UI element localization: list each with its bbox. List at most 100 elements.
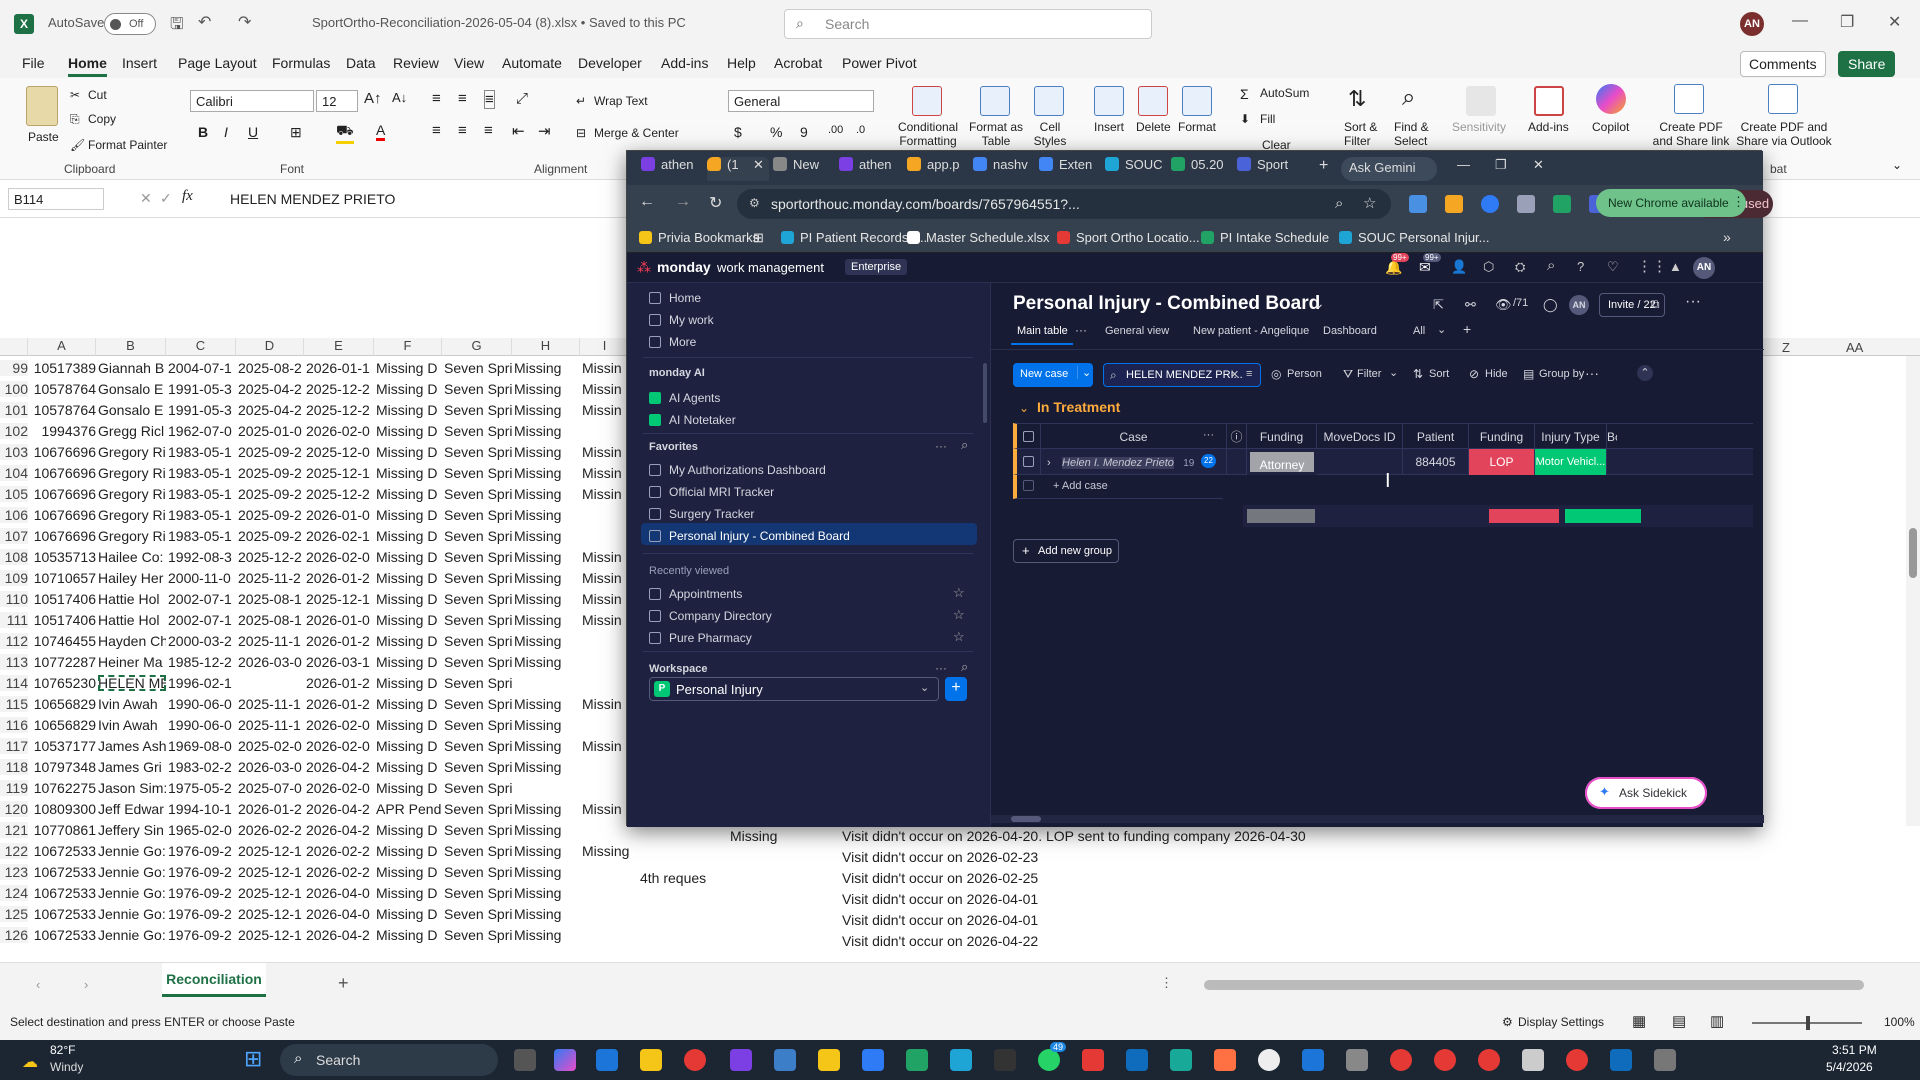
prev-sheet-icon[interactable]: ‹ bbox=[36, 977, 40, 992]
column-header[interactable]: E bbox=[304, 338, 374, 356]
row-header[interactable]: 125 bbox=[0, 906, 28, 922]
apps-grid-icon[interactable]: ⊞ bbox=[753, 230, 764, 246]
search-icon[interactable]: ⌕ bbox=[1547, 257, 1555, 274]
align-top-icon[interactable]: ≡ bbox=[432, 90, 441, 107]
tab-formulas[interactable]: Formulas bbox=[272, 55, 330, 71]
close-icon[interactable]: ✕ bbox=[1533, 157, 1544, 181]
cell[interactable]: Jennie Go: bbox=[98, 885, 166, 901]
cell[interactable]: Visit didn't occur on 2026-04-01 bbox=[842, 912, 1038, 928]
browser-tab[interactable]: app.p bbox=[907, 157, 969, 181]
cell[interactable]: Missing D bbox=[376, 528, 442, 544]
cell[interactable]: Seven Spri bbox=[444, 822, 512, 838]
cell[interactable]: Missing D bbox=[376, 843, 442, 859]
outlook-icon[interactable] bbox=[1126, 1049, 1148, 1071]
cell[interactable]: 10672533 bbox=[30, 885, 96, 901]
cell[interactable]: Gonsalo E bbox=[98, 402, 166, 418]
cell[interactable]: Missing bbox=[514, 759, 580, 775]
cell[interactable]: Jennie Go: bbox=[98, 927, 166, 943]
monday-brand[interactable]: monday bbox=[657, 259, 711, 275]
cell[interactable]: 1990-06-0 bbox=[168, 717, 236, 733]
hide-label[interactable]: Hide bbox=[1485, 368, 1508, 380]
favorite-item[interactable]: Official MRI Tracker bbox=[649, 485, 774, 499]
cell[interactable]: 2026-02-0 bbox=[306, 717, 374, 733]
copilot-label[interactable]: Copilot bbox=[1592, 120, 1629, 134]
align-middle-icon[interactable]: ≡ bbox=[458, 90, 467, 107]
horizontal-scrollbar[interactable] bbox=[1204, 980, 1864, 990]
funding-method-summary-bar[interactable] bbox=[1489, 509, 1559, 523]
workspace-icon[interactable]: ▲ bbox=[1669, 259, 1682, 274]
maximize-icon[interactable]: ❐ bbox=[1840, 12, 1854, 32]
bookmark-star-icon[interactable]: ☆ bbox=[1363, 194, 1376, 212]
favorite-item[interactable]: My Authorizations Dashboard bbox=[649, 463, 826, 477]
row-header[interactable]: 123 bbox=[0, 864, 28, 880]
chevron-down-icon[interactable]: ⌄ bbox=[1389, 366, 1398, 379]
cell[interactable]: Seven Spri bbox=[444, 444, 512, 460]
cell[interactable]: Seven Spri bbox=[444, 381, 512, 397]
view-more-icon[interactable]: ··· bbox=[1075, 323, 1087, 337]
autosave-toggle[interactable]: Off bbox=[104, 13, 156, 35]
cell[interactable]: Missing bbox=[514, 906, 580, 922]
bookmark-item[interactable]: Sport Ortho Locatio... bbox=[1057, 230, 1200, 245]
cell[interactable]: Missing bbox=[514, 738, 580, 754]
extension-icon[interactable] bbox=[1409, 195, 1427, 213]
chrome-menu-icon[interactable]: ⋮ bbox=[1732, 194, 1745, 210]
browser-tab[interactable]: SOUC bbox=[1105, 157, 1167, 181]
updates-icon[interactable]: ◯ bbox=[1543, 297, 1558, 313]
cell[interactable]: Jeff Edwar bbox=[98, 801, 166, 817]
tab-home[interactable]: Home bbox=[68, 55, 107, 77]
cut-label[interactable]: Cut bbox=[88, 88, 107, 102]
copy-label[interactable]: Copy bbox=[88, 112, 116, 126]
column-header-funding-company[interactable]: Funding Co... bbox=[1247, 424, 1317, 450]
table-row[interactable]: 4th reques Visit didn't occur on 2026-02-… bbox=[630, 868, 1920, 889]
extension-icon[interactable] bbox=[1517, 195, 1535, 213]
cell[interactable]: 1976-09-2 bbox=[168, 927, 236, 943]
find-select-icon[interactable]: ⌕ bbox=[1402, 84, 1415, 112]
create-pdf-share-label[interactable]: Create PDF and Share link bbox=[1650, 120, 1732, 148]
vertical-scrollbar-thumb[interactable] bbox=[1909, 528, 1917, 578]
display-settings-icon[interactable]: ⚙ bbox=[1502, 1015, 1513, 1029]
back-icon[interactable]: ← bbox=[639, 193, 655, 211]
increase-font-icon[interactable]: A↑ bbox=[364, 90, 382, 107]
insert-cells-icon[interactable] bbox=[1094, 86, 1124, 116]
automate-icon[interactable]: ⚯ bbox=[1465, 297, 1476, 313]
injury-type-status[interactable]: Motor Vehicl... bbox=[1535, 449, 1607, 475]
cell[interactable]: 2025-02-0 bbox=[238, 738, 304, 754]
cell[interactable]: Seven Spri bbox=[444, 612, 512, 628]
cell[interactable]: 1991-05-3 bbox=[168, 402, 236, 418]
decrease-indent-icon[interactable]: ⇤ bbox=[512, 122, 525, 140]
cell[interactable]: 1983-05-1 bbox=[168, 465, 236, 481]
cell[interactable]: James Gri bbox=[98, 759, 166, 775]
cell[interactable]: 2025-09-2 bbox=[238, 444, 304, 460]
cancel-formula-icon[interactable]: ✕ bbox=[140, 190, 152, 207]
cell[interactable]: 2025-09-2 bbox=[238, 486, 304, 502]
snipping-icon[interactable] bbox=[862, 1049, 884, 1071]
cell[interactable]: Jason Sim: bbox=[98, 780, 166, 796]
taskbar-search[interactable]: ⌕ Search bbox=[280, 1044, 498, 1076]
cell[interactable]: Ivin Awah bbox=[98, 696, 166, 712]
row-header[interactable]: 115 bbox=[0, 696, 28, 712]
row-header[interactable]: 99 bbox=[0, 360, 28, 376]
cell[interactable]: Missing D bbox=[376, 402, 442, 418]
cell[interactable]: Seven Spri bbox=[444, 360, 512, 376]
close-tab-icon[interactable]: ✕ bbox=[753, 157, 764, 181]
column-header[interactable]: Z bbox=[1782, 340, 1790, 355]
cell[interactable]: Seven Spri bbox=[444, 759, 512, 775]
cell[interactable]: Seven Spri bbox=[444, 633, 512, 649]
extension-icon[interactable] bbox=[1481, 195, 1499, 213]
table-row[interactable]: 102 1994376 Gregg Ricl 1962-07-0 2025-01-0 20… bbox=[0, 421, 630, 442]
cell[interactable]: 2025-08-2 bbox=[238, 360, 304, 376]
autosum-icon[interactable]: Σ bbox=[1240, 86, 1249, 102]
table-row[interactable]: 119 10762275 Jason Sim: 1975-05-2 2025-07-0 2… bbox=[0, 778, 630, 799]
cell[interactable]: Ivin Awah bbox=[98, 717, 166, 733]
cell[interactable]: 2025-01-0 bbox=[238, 423, 304, 439]
column-more-icon[interactable]: ··· bbox=[1203, 429, 1214, 441]
favorites-heart-icon[interactable]: ♡ bbox=[1607, 259, 1619, 275]
group-collapse-icon[interactable]: ⌄ bbox=[1019, 401, 1029, 415]
cell[interactable]: Missing D bbox=[376, 906, 442, 922]
add-view-icon[interactable]: + bbox=[1463, 321, 1471, 337]
conditional-formatting-label[interactable]: Conditional Formatting bbox=[896, 120, 960, 148]
star-icon[interactable]: ☆ bbox=[953, 585, 965, 601]
tab-view[interactable]: View bbox=[454, 55, 484, 71]
cell[interactable]: 2026-03-0 bbox=[238, 759, 304, 775]
cell[interactable]: Jeffery Sin bbox=[98, 822, 166, 838]
